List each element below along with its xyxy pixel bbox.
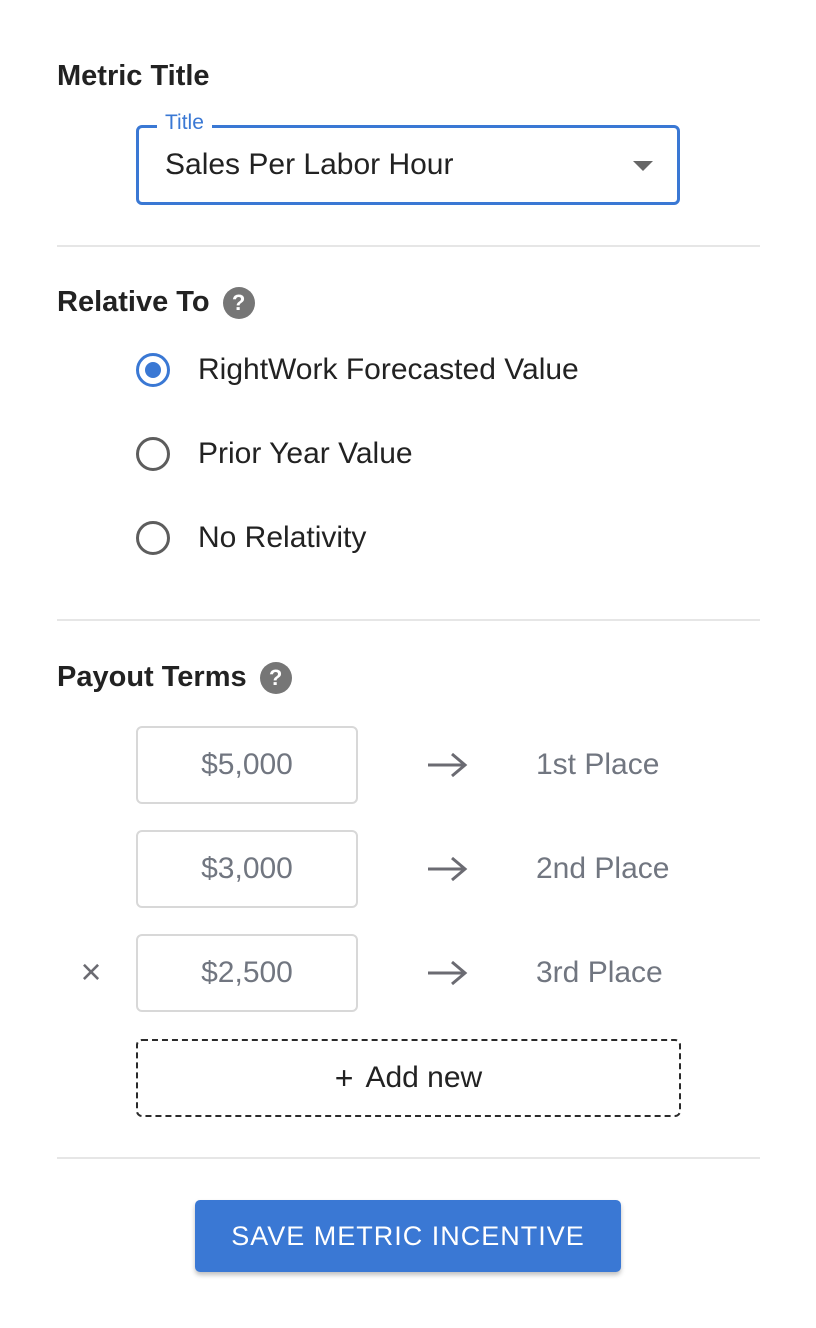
divider bbox=[57, 245, 760, 247]
radio-option-label: Prior Year Value bbox=[198, 437, 413, 470]
radio-option-label: No Relativity bbox=[198, 521, 367, 554]
metric-title-heading-text: Metric Title bbox=[57, 60, 210, 92]
arrow-right-icon bbox=[428, 960, 468, 986]
relative-to-heading: Relative To ? bbox=[57, 286, 255, 319]
payout-terms-heading: Payout Terms ? bbox=[57, 661, 292, 694]
title-select[interactable]: Title Sales Per Labor Hour bbox=[136, 111, 680, 205]
radio-unselected-icon[interactable] bbox=[136, 521, 170, 555]
payout-amount-input[interactable]: $2,500 bbox=[136, 934, 358, 1012]
payout-row: $3,000 2nd Place bbox=[0, 830, 816, 908]
radio-option-label: RightWork Forecasted Value bbox=[198, 353, 579, 386]
divider bbox=[57, 1157, 760, 1159]
payout-place-label: 2nd Place bbox=[536, 852, 670, 885]
metric-title-heading: Metric Title bbox=[57, 60, 210, 93]
payout-amount-input[interactable]: $5,000 bbox=[136, 726, 358, 804]
title-select-value: Sales Per Labor Hour bbox=[165, 148, 454, 181]
help-icon[interactable]: ? bbox=[222, 286, 255, 319]
help-icon[interactable]: ? bbox=[259, 661, 292, 694]
radio-selected-icon[interactable] bbox=[136, 353, 170, 387]
arrow-right-icon bbox=[428, 856, 468, 882]
title-select-label: Title bbox=[157, 111, 212, 135]
chevron-down-icon[interactable] bbox=[633, 161, 653, 171]
arrow-right-icon bbox=[428, 752, 468, 778]
add-new-button[interactable]: + Add new bbox=[136, 1039, 681, 1117]
radio-unselected-icon[interactable] bbox=[136, 437, 170, 471]
radio-option-rightwork-forecasted[interactable]: RightWork Forecasted Value bbox=[136, 349, 579, 391]
add-new-label: Add new bbox=[365, 1061, 483, 1094]
payout-terms-heading-text: Payout Terms bbox=[57, 661, 247, 693]
radio-option-no-relativity[interactable]: No Relativity bbox=[136, 517, 366, 559]
payout-row: $5,000 1st Place bbox=[0, 726, 816, 804]
plus-icon: + bbox=[334, 1059, 354, 1096]
close-icon[interactable]: × bbox=[76, 954, 106, 990]
payout-amount-input[interactable]: $3,000 bbox=[136, 830, 358, 908]
radio-option-prior-year[interactable]: Prior Year Value bbox=[136, 433, 413, 475]
payout-place-label: 1st Place bbox=[536, 748, 660, 781]
divider bbox=[57, 619, 760, 621]
save-metric-incentive-button[interactable]: SAVE METRIC INCENTIVE bbox=[195, 1200, 621, 1272]
payout-row: × $2,500 3rd Place bbox=[0, 934, 816, 1012]
payout-place-label: 3rd Place bbox=[536, 956, 663, 989]
relative-to-heading-text: Relative To bbox=[57, 286, 210, 318]
